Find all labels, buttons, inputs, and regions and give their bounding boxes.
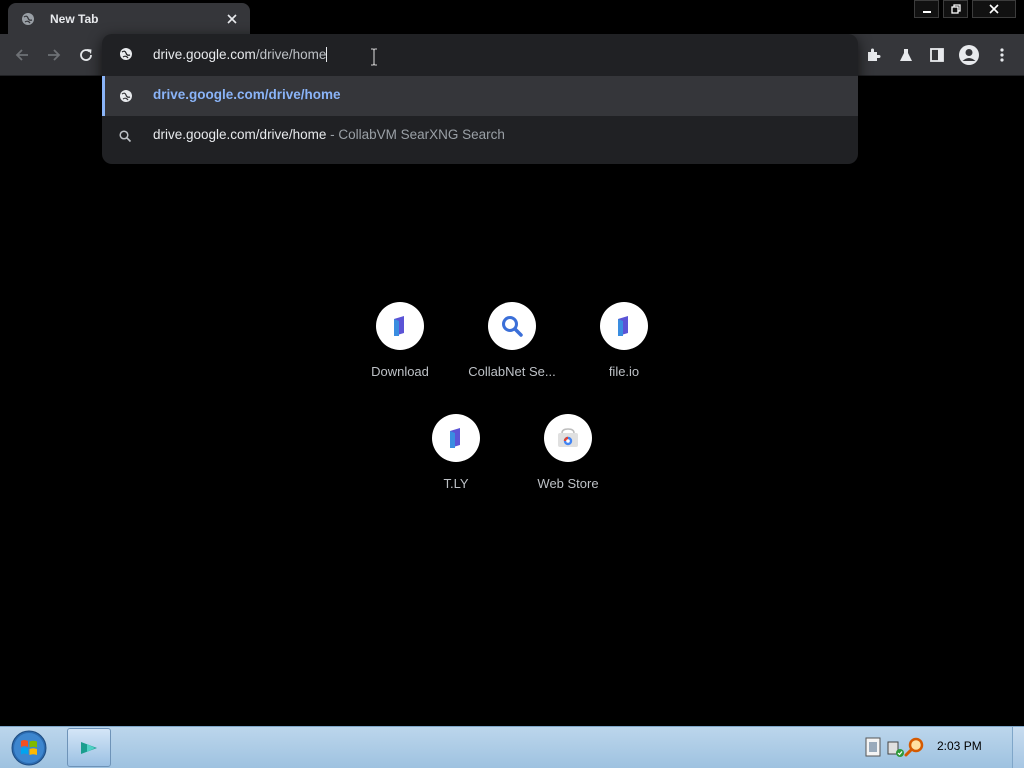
action-center-icon bbox=[865, 737, 881, 757]
omnibox-dropdown: drive.google.com/drive/home drive.google… bbox=[102, 34, 858, 164]
text-caret bbox=[326, 47, 328, 62]
reload-icon bbox=[80, 49, 92, 61]
shortcut-tile bbox=[488, 302, 536, 350]
avatar-icon bbox=[959, 45, 979, 65]
start-button[interactable] bbox=[8, 729, 50, 767]
globe-icon bbox=[119, 89, 133, 103]
suggestion-url[interactable]: drive.google.com/drive/home bbox=[102, 76, 858, 116]
search-icon bbox=[118, 129, 132, 143]
taskbar-clock[interactable]: 2:03 PM bbox=[937, 739, 982, 753]
shortcut-web-store[interactable]: Web Store bbox=[512, 406, 624, 506]
window-controls bbox=[910, 0, 1016, 18]
windows-logo-icon bbox=[11, 730, 47, 766]
system-tray bbox=[862, 732, 932, 764]
back-button[interactable] bbox=[10, 43, 34, 67]
browser-app-icon bbox=[81, 741, 97, 754]
suggestion-search[interactable]: drive.google.com/drive/home - CollabVM S… bbox=[102, 116, 858, 156]
side-panel-button[interactable] bbox=[925, 43, 949, 67]
typed-path: /drive/home bbox=[255, 47, 327, 62]
network-icon bbox=[887, 741, 904, 757]
taskbar-browser-item[interactable] bbox=[67, 728, 111, 767]
globe-icon bbox=[119, 47, 133, 61]
tab-new-tab[interactable]: New Tab bbox=[8, 3, 250, 34]
address-bar[interactable]: drive.google.com/drive/home bbox=[102, 34, 858, 76]
web-store-icon bbox=[558, 428, 578, 447]
profile-button[interactable] bbox=[957, 43, 981, 67]
globe-icon bbox=[21, 12, 35, 26]
puzzle-icon bbox=[868, 48, 881, 61]
bookmark-tile-icon bbox=[394, 316, 404, 336]
shortcut-label: file.io bbox=[608, 364, 640, 379]
shortcut-file-io[interactable]: file.io bbox=[568, 294, 680, 394]
show-desktop-button[interactable] bbox=[1012, 727, 1024, 768]
magnifier-icon bbox=[904, 737, 924, 757]
reload-button[interactable] bbox=[74, 43, 98, 67]
side-panel-icon bbox=[930, 48, 944, 62]
more-vert-icon bbox=[1000, 48, 1004, 62]
address-input[interactable]: drive.google.com/drive/home bbox=[153, 47, 328, 62]
suggestion-query: drive.google.com/drive/home bbox=[153, 127, 327, 142]
shortcut-tile bbox=[544, 414, 592, 462]
shortcut-tile bbox=[600, 302, 648, 350]
shortcut-label: T.LY bbox=[443, 476, 469, 491]
flask-icon bbox=[900, 49, 912, 61]
extensions-button[interactable] bbox=[862, 43, 886, 67]
bookmark-tile-icon bbox=[450, 428, 460, 448]
shortcut-tile bbox=[432, 414, 480, 462]
suggestion-url-text: drive.google.com/drive/home bbox=[153, 87, 341, 102]
taskbar: 2:03 PM bbox=[0, 726, 1024, 768]
forward-button[interactable] bbox=[42, 43, 66, 67]
tab-strip: New Tab bbox=[0, 0, 1024, 34]
shortcut-collabnet-search[interactable]: CollabNet Se... bbox=[456, 294, 568, 394]
tab-title: New Tab bbox=[50, 11, 99, 26]
suggestion-separator: - bbox=[326, 127, 339, 142]
shortcut-label: CollabNet Se... bbox=[468, 364, 556, 379]
suggestion-engine: CollabVM SearXNG Search bbox=[338, 127, 505, 142]
arrow-left-icon bbox=[15, 49, 28, 61]
close-window-button[interactable] bbox=[972, 0, 1016, 18]
ibeam-cursor-icon bbox=[370, 48, 378, 66]
menu-button[interactable] bbox=[990, 43, 1014, 67]
typed-host: drive.google.com bbox=[153, 47, 256, 62]
shortcut-label: Web Store bbox=[537, 476, 599, 491]
labs-button[interactable] bbox=[894, 43, 918, 67]
bookmark-tile-icon bbox=[618, 316, 628, 336]
shortcut-download[interactable]: Download bbox=[344, 294, 456, 394]
suggestion-search-text: drive.google.com/drive/home - CollabVM S… bbox=[153, 127, 505, 142]
arrow-right-icon bbox=[48, 49, 61, 61]
shortcut-tly[interactable]: T.LY bbox=[400, 406, 512, 506]
restore-button[interactable] bbox=[943, 0, 968, 18]
shortcut-label: Download bbox=[371, 364, 429, 379]
shortcut-tile bbox=[376, 302, 424, 350]
minimize-button[interactable] bbox=[914, 0, 939, 18]
close-icon[interactable] bbox=[224, 11, 240, 27]
search-icon bbox=[502, 316, 523, 337]
